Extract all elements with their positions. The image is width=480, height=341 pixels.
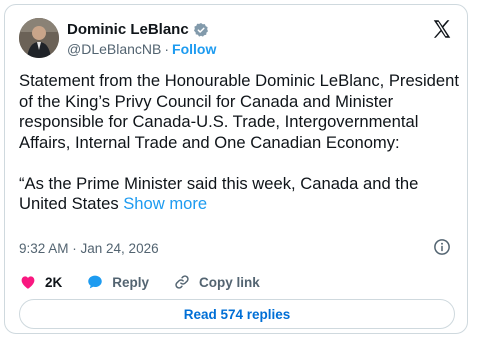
tweet-card: Dominic LeBlanc @DLeBlancNB · Follow State… bbox=[4, 4, 468, 334]
reply-button[interactable]: Reply bbox=[86, 273, 149, 291]
reply-label: Reply bbox=[112, 274, 150, 290]
show-more-link[interactable]: Show more bbox=[123, 194, 207, 213]
x-logo-icon[interactable] bbox=[431, 18, 453, 40]
action-bar: 2K Reply Copy link bbox=[19, 273, 284, 291]
copy-link-label: Copy link bbox=[199, 274, 260, 290]
author-handle[interactable]: @DLeBlancNB bbox=[67, 41, 161, 57]
link-icon bbox=[175, 275, 189, 289]
heart-icon bbox=[21, 276, 35, 289]
verified-badge-icon bbox=[193, 22, 209, 38]
author-name-row: Dominic LeBlanc bbox=[67, 21, 209, 38]
follow-button[interactable]: Follow bbox=[172, 41, 216, 57]
avatar[interactable] bbox=[19, 18, 59, 58]
read-replies-button[interactable]: Read 574 replies bbox=[19, 299, 455, 329]
like-count: 2K bbox=[45, 274, 63, 290]
handle-row: @DLeBlancNB · Follow bbox=[67, 41, 216, 57]
copy-link-button[interactable]: Copy link bbox=[173, 273, 260, 291]
tweet-body: Statement from the Honourable Dominic Le… bbox=[19, 71, 459, 213]
tweet-timestamp[interactable]: 9:32 AM · Jan 24, 2026 bbox=[19, 241, 159, 256]
reply-bubble-icon bbox=[88, 275, 103, 289]
author-name[interactable]: Dominic LeBlanc bbox=[67, 21, 189, 38]
separator-dot: · bbox=[164, 41, 170, 57]
info-icon[interactable] bbox=[433, 238, 451, 256]
like-button[interactable]: 2K bbox=[19, 273, 62, 291]
tweet-text: Statement from the Honourable Dominic Le… bbox=[19, 71, 459, 215]
